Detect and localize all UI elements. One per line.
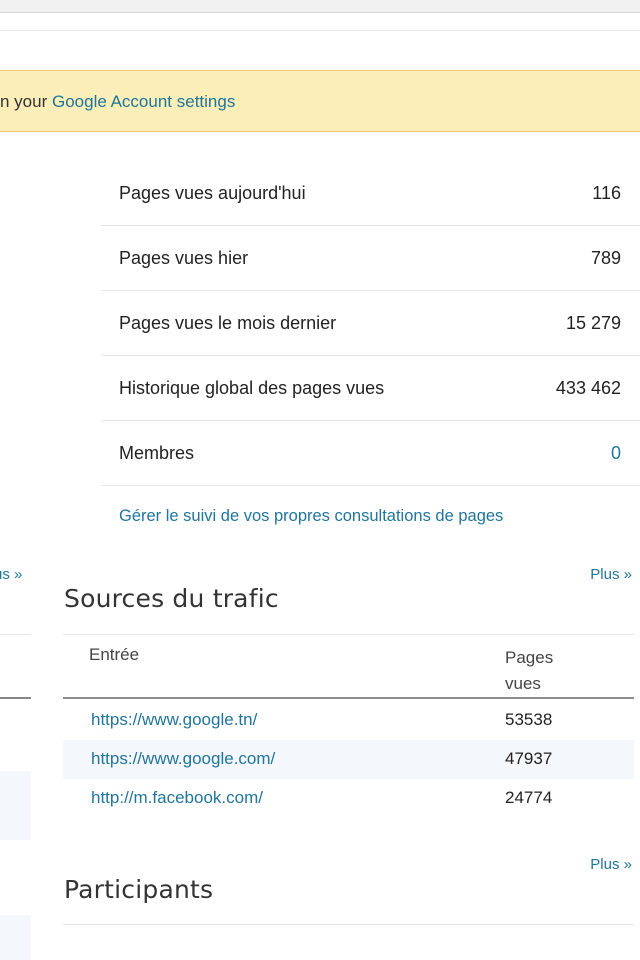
traffic-pageviews: 24774 — [505, 788, 553, 807]
notice-banner: n your Google Account settings — [0, 70, 640, 132]
table-header-line — [63, 697, 634, 699]
left-table-header-line — [0, 697, 31, 699]
stat-row-yesterday: Pages vues hier 789 — [101, 226, 640, 291]
traffic-source-link[interactable]: https://www.google.tn/ — [91, 710, 257, 730]
stat-value: 15 279 — [565, 313, 621, 333]
members-count-link[interactable]: 0 — [611, 443, 621, 464]
participants-more-link[interactable]: Plus » — [590, 856, 632, 873]
traffic-divider — [63, 634, 634, 635]
browser-top-bar — [0, 0, 640, 13]
banner-text: n your — [0, 92, 52, 111]
left-divider — [0, 634, 31, 635]
stat-value: 116 — [592, 183, 621, 203]
table-row: http://m.facebook.com/ 24774 — [63, 779, 634, 818]
traffic-pageviews: 47937 — [505, 749, 553, 768]
stat-row-all-time: Historique global des pages vues 433 462 — [101, 356, 640, 421]
table-row: https://www.google.com/ 47937 — [63, 740, 634, 779]
stat-label: Membres — [119, 443, 195, 463]
column-header-pageviews: Pages vues — [505, 648, 554, 693]
traffic-source-link[interactable]: http://m.facebook.com/ — [91, 788, 263, 808]
stat-row-members: Membres 0 — [101, 421, 640, 486]
participants-divider — [63, 924, 634, 925]
left-row-shade — [0, 915, 31, 960]
pageview-stats: Pages vues aujourd'hui 116 Pages vues hi… — [101, 161, 640, 486]
stat-row-last-month: Pages vues le mois dernier 15 279 — [101, 291, 640, 356]
traffic-sources-title: Sources du trafic — [64, 584, 279, 613]
header-divider — [0, 30, 640, 31]
left-row-shade — [0, 771, 31, 840]
left-more-link[interactable]: us » — [0, 566, 22, 583]
traffic-pageviews: 53538 — [505, 710, 553, 729]
participants-title: Participants — [64, 875, 214, 904]
stat-label: Historique global des pages vues — [119, 378, 385, 398]
stat-label: Pages vues le mois dernier — [119, 313, 337, 333]
google-account-settings-link[interactable]: Google Account settings — [52, 92, 235, 111]
column-header-entry: Entrée — [89, 645, 140, 664]
manage-own-pageviews-link[interactable]: Gérer le suivi de vos propres consultati… — [119, 507, 503, 526]
stat-value: 789 — [590, 248, 621, 268]
stat-value: 433 462 — [555, 378, 621, 398]
traffic-more-link[interactable]: Plus » — [590, 566, 632, 583]
stat-label: Pages vues aujourd'hui — [119, 183, 306, 203]
traffic-source-link[interactable]: https://www.google.com/ — [91, 749, 275, 769]
table-row: https://www.google.tn/ 53538 — [63, 701, 634, 740]
stat-label: Pages vues hier — [119, 248, 249, 268]
stat-row-today: Pages vues aujourd'hui 116 — [101, 161, 640, 226]
